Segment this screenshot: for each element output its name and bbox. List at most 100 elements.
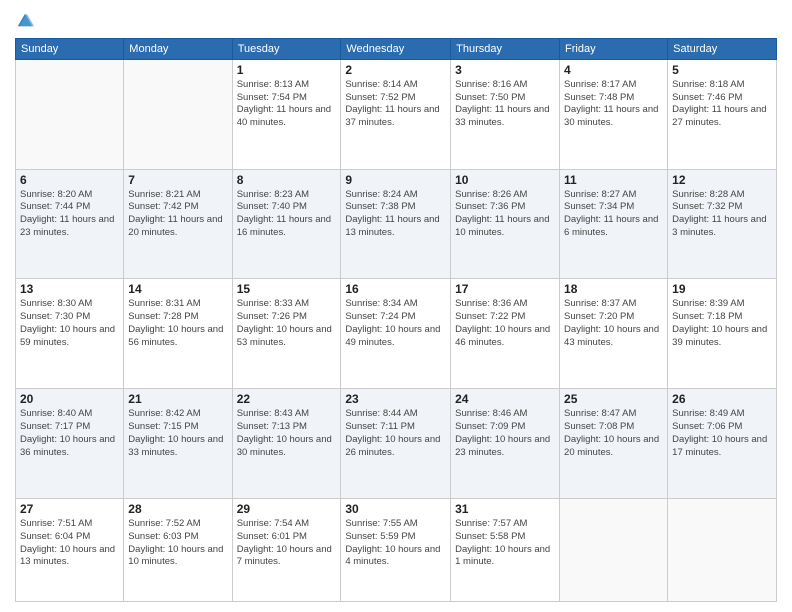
day-info: Sunrise: 8:24 AM Sunset: 7:38 PM Dayligh… (345, 189, 446, 240)
calendar-cell: 16Sunrise: 8:34 AM Sunset: 7:24 PM Dayli… (341, 279, 451, 389)
day-number: 6 (20, 173, 119, 187)
day-number: 16 (345, 282, 446, 296)
day-info: Sunrise: 8:14 AM Sunset: 7:52 PM Dayligh… (345, 79, 446, 130)
day-info: Sunrise: 7:51 AM Sunset: 6:04 PM Dayligh… (20, 518, 119, 569)
day-info: Sunrise: 8:47 AM Sunset: 7:08 PM Dayligh… (564, 408, 663, 459)
day-number: 8 (237, 173, 337, 187)
day-number: 18 (564, 282, 663, 296)
day-number: 25 (564, 392, 663, 406)
day-number: 23 (345, 392, 446, 406)
calendar-cell: 28 Sunrise: 7:52 AM Sunset: 6:03 PM Dayli… (124, 499, 232, 602)
calendar-cell: 8 Sunrise: 8:23 AM Sunset: 7:40 PM Daylig… (232, 169, 341, 279)
day-info: Sunrise: 7:52 AM Sunset: 6:03 PM Dayligh… (128, 518, 227, 569)
day-info: Sunrise: 8:49 AM Sunset: 7:06 PM Dayligh… (672, 408, 772, 459)
calendar-cell: 20 Sunrise: 8:40 AM Sunset: 7:17 PM Dayli… (16, 389, 124, 499)
day-number: 29 (237, 502, 337, 516)
header (15, 10, 777, 30)
day-info: Sunrise: 8:36 AM Sunset: 7:22 PM Dayligh… (455, 298, 555, 349)
day-info: Sunrise: 8:21 AM Sunset: 7:42 PM Dayligh… (128, 189, 227, 240)
day-number: 11 (564, 173, 663, 187)
day-header-friday: Friday (560, 38, 668, 59)
day-number: 5 (672, 63, 772, 77)
day-number: 12 (672, 173, 772, 187)
calendar-cell: 9 Sunrise: 8:24 AM Sunset: 7:38 PM Daylig… (341, 169, 451, 279)
calendar-cell: 29 Sunrise: 7:54 AM Sunset: 6:01 PM Dayli… (232, 499, 341, 602)
day-number: 17 (455, 282, 555, 296)
day-header-sunday: Sunday (16, 38, 124, 59)
day-info: Sunrise: 8:39 AM Sunset: 7:18 PM Dayligh… (672, 298, 772, 349)
day-number: 14 (128, 282, 227, 296)
calendar-cell: 27 Sunrise: 7:51 AM Sunset: 6:04 PM Dayli… (16, 499, 124, 602)
calendar-cell: 2 Sunrise: 8:14 AM Sunset: 7:52 PM Daylig… (341, 59, 451, 169)
week-row-3: 13Sunrise: 8:30 AM Sunset: 7:30 PM Dayli… (16, 279, 777, 389)
calendar-cell: 11 Sunrise: 8:27 AM Sunset: 7:34 PM Dayli… (560, 169, 668, 279)
day-number: 3 (455, 63, 555, 77)
day-info: Sunrise: 8:40 AM Sunset: 7:17 PM Dayligh… (20, 408, 119, 459)
day-number: 31 (455, 502, 555, 516)
day-info: Sunrise: 8:27 AM Sunset: 7:34 PM Dayligh… (564, 189, 663, 240)
day-info: Sunrise: 8:33 AM Sunset: 7:26 PM Dayligh… (237, 298, 337, 349)
day-info: Sunrise: 8:44 AM Sunset: 7:11 PM Dayligh… (345, 408, 446, 459)
day-number: 4 (564, 63, 663, 77)
logo-icon (16, 11, 34, 29)
day-header-tuesday: Tuesday (232, 38, 341, 59)
day-number: 28 (128, 502, 227, 516)
day-info: Sunrise: 8:13 AM Sunset: 7:54 PM Dayligh… (237, 79, 337, 130)
day-number: 22 (237, 392, 337, 406)
day-info: Sunrise: 8:17 AM Sunset: 7:48 PM Dayligh… (564, 79, 663, 130)
logo-text (15, 14, 34, 34)
day-number: 19 (672, 282, 772, 296)
calendar-cell: 31 Sunrise: 7:57 AM Sunset: 5:58 PM Dayli… (451, 499, 560, 602)
day-number: 2 (345, 63, 446, 77)
day-header-thursday: Thursday (451, 38, 560, 59)
day-info: Sunrise: 8:16 AM Sunset: 7:50 PM Dayligh… (455, 79, 555, 130)
day-info: Sunrise: 8:26 AM Sunset: 7:36 PM Dayligh… (455, 189, 555, 240)
calendar-cell (124, 59, 232, 169)
calendar-cell: 25 Sunrise: 8:47 AM Sunset: 7:08 PM Dayli… (560, 389, 668, 499)
calendar-cell (668, 499, 777, 602)
day-number: 10 (455, 173, 555, 187)
calendar-cell: 26 Sunrise: 8:49 AM Sunset: 7:06 PM Dayli… (668, 389, 777, 499)
calendar-cell: 21 Sunrise: 8:42 AM Sunset: 7:15 PM Dayli… (124, 389, 232, 499)
day-number: 9 (345, 173, 446, 187)
day-info: Sunrise: 8:30 AM Sunset: 7:30 PM Dayligh… (20, 298, 119, 349)
day-number: 1 (237, 63, 337, 77)
week-row-2: 6Sunrise: 8:20 AM Sunset: 7:44 PM Daylig… (16, 169, 777, 279)
calendar-cell: 19 Sunrise: 8:39 AM Sunset: 7:18 PM Dayli… (668, 279, 777, 389)
day-info: Sunrise: 8:42 AM Sunset: 7:15 PM Dayligh… (128, 408, 227, 459)
day-info: Sunrise: 7:54 AM Sunset: 6:01 PM Dayligh… (237, 518, 337, 569)
calendar-cell: 18Sunrise: 8:37 AM Sunset: 7:20 PM Dayli… (560, 279, 668, 389)
day-info: Sunrise: 8:18 AM Sunset: 7:46 PM Dayligh… (672, 79, 772, 130)
week-row-5: 27 Sunrise: 7:51 AM Sunset: 6:04 PM Dayli… (16, 499, 777, 602)
calendar-cell: 17 Sunrise: 8:36 AM Sunset: 7:22 PM Dayli… (451, 279, 560, 389)
calendar-body: 1 Sunrise: 8:13 AM Sunset: 7:54 PM Daylig… (16, 59, 777, 601)
calendar-cell: 30Sunrise: 7:55 AM Sunset: 5:59 PM Dayli… (341, 499, 451, 602)
calendar-cell (560, 499, 668, 602)
calendar-cell: 4 Sunrise: 8:17 AM Sunset: 7:48 PM Daylig… (560, 59, 668, 169)
day-number: 27 (20, 502, 119, 516)
day-number: 30 (345, 502, 446, 516)
day-header-monday: Monday (124, 38, 232, 59)
calendar-cell: 14 Sunrise: 8:31 AM Sunset: 7:28 PM Dayli… (124, 279, 232, 389)
day-number: 20 (20, 392, 119, 406)
calendar-cell: 24Sunrise: 8:46 AM Sunset: 7:09 PM Dayli… (451, 389, 560, 499)
day-info: Sunrise: 8:31 AM Sunset: 7:28 PM Dayligh… (128, 298, 227, 349)
day-info: Sunrise: 7:57 AM Sunset: 5:58 PM Dayligh… (455, 518, 555, 569)
calendar-cell: 6Sunrise: 8:20 AM Sunset: 7:44 PM Daylig… (16, 169, 124, 279)
calendar-cell: 1 Sunrise: 8:13 AM Sunset: 7:54 PM Daylig… (232, 59, 341, 169)
calendar-cell: 3 Sunrise: 8:16 AM Sunset: 7:50 PM Daylig… (451, 59, 560, 169)
day-info: Sunrise: 8:23 AM Sunset: 7:40 PM Dayligh… (237, 189, 337, 240)
day-number: 26 (672, 392, 772, 406)
day-number: 15 (237, 282, 337, 296)
week-row-1: 1 Sunrise: 8:13 AM Sunset: 7:54 PM Daylig… (16, 59, 777, 169)
day-info: Sunrise: 8:43 AM Sunset: 7:13 PM Dayligh… (237, 408, 337, 459)
calendar-cell: 7Sunrise: 8:21 AM Sunset: 7:42 PM Daylig… (124, 169, 232, 279)
calendar-cell: 13Sunrise: 8:30 AM Sunset: 7:30 PM Dayli… (16, 279, 124, 389)
calendar-cell: 15 Sunrise: 8:33 AM Sunset: 7:26 PM Dayli… (232, 279, 341, 389)
calendar-table: SundayMondayTuesdayWednesdayThursdayFrid… (15, 38, 777, 602)
day-number: 21 (128, 392, 227, 406)
day-info: Sunrise: 8:46 AM Sunset: 7:09 PM Dayligh… (455, 408, 555, 459)
calendar-cell: 22 Sunrise: 8:43 AM Sunset: 7:13 PM Dayli… (232, 389, 341, 499)
day-header-saturday: Saturday (668, 38, 777, 59)
calendar-cell: 5 Sunrise: 8:18 AM Sunset: 7:46 PM Daylig… (668, 59, 777, 169)
